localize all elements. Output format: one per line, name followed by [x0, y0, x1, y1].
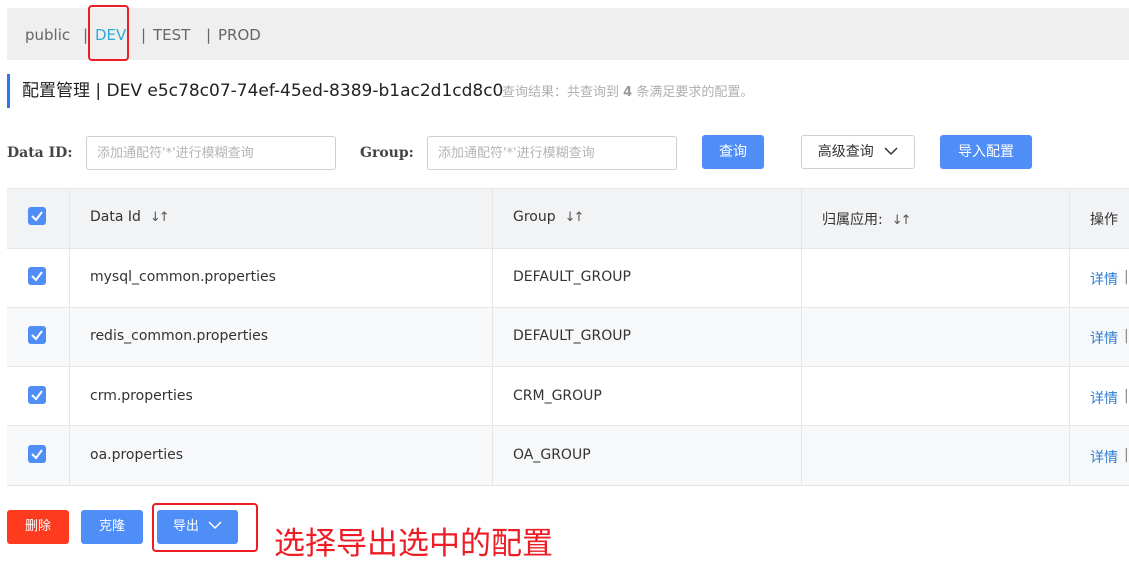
- chevron-down-icon: [884, 147, 898, 156]
- clone-button[interactable]: 克隆: [81, 510, 143, 544]
- config-table: Data Id ↓↑ Group ↓↑ 归属应用: ↓↑ 操作 mysql_commo…: [7, 188, 1129, 486]
- cell-data-id: mysql_common.properties: [90, 269, 276, 285]
- delete-button[interactable]: 删除: [7, 510, 69, 544]
- detail-link[interactable]: 详情: [1090, 447, 1118, 467]
- column-divider: [492, 189, 493, 485]
- column-header-group-label: Group: [513, 209, 556, 225]
- table-row: oa.properties OA_GROUP 详情 |: [7, 425, 1129, 485]
- namespace-tab-test[interactable]: TEST: [153, 8, 190, 60]
- check-icon: [31, 449, 43, 460]
- check-icon: [31, 330, 43, 341]
- sort-icon[interactable]: ↓↑: [150, 210, 170, 225]
- detail-link[interactable]: 详情: [1090, 269, 1118, 289]
- title-accent-bar: [7, 74, 10, 108]
- check-icon: [31, 271, 43, 282]
- annotation-highlight-export: [152, 503, 258, 552]
- query-result-summary: 查询结果：共查询到 4 条满足要求的配置。: [502, 83, 753, 103]
- row-checkbox[interactable]: [28, 445, 46, 463]
- check-icon: [31, 390, 43, 401]
- detail-link[interactable]: 详情: [1090, 388, 1118, 408]
- namespace-separator: |: [206, 26, 212, 44]
- cell-group: DEFAULT_GROUP: [513, 269, 631, 285]
- check-icon: [31, 211, 43, 222]
- action-separator: |: [1124, 269, 1129, 285]
- table-row: crm.properties CRM_GROUP 详情 |: [7, 366, 1129, 425]
- action-separator: |: [1124, 447, 1129, 463]
- cell-group: OA_GROUP: [513, 447, 591, 463]
- import-config-button[interactable]: 导入配置: [940, 135, 1032, 169]
- table-row: mysql_common.properties DEFAULT_GROUP 详情…: [7, 248, 1129, 307]
- result-prefix: 查询结果：共查询到: [502, 85, 620, 100]
- annotation-text: 选择导出选中的配置: [274, 526, 553, 562]
- namespace-separator: |: [141, 26, 147, 44]
- namespace-tab-public[interactable]: public: [25, 8, 70, 60]
- cell-data-id: oa.properties: [90, 447, 184, 463]
- row-checkbox[interactable]: [28, 386, 46, 404]
- action-separator: |: [1124, 328, 1129, 344]
- action-separator: |: [1124, 388, 1129, 404]
- column-divider: [1069, 189, 1070, 485]
- page-title: 配置管理 | DEV e5c78c07-74ef-45ed-8389-b1ac2…: [22, 81, 504, 101]
- column-divider: [69, 189, 70, 485]
- column-header-group[interactable]: Group ↓↑: [513, 209, 585, 225]
- row-checkbox[interactable]: [28, 326, 46, 344]
- advanced-query-label: 高级查询: [817, 144, 874, 160]
- annotation-highlight-dev: [88, 5, 129, 61]
- group-label: Group:: [360, 145, 414, 161]
- data-id-input[interactable]: [86, 136, 336, 170]
- query-button[interactable]: 查询: [702, 135, 764, 169]
- column-header-data-id-label: Data Id: [90, 209, 141, 225]
- cell-group: DEFAULT_GROUP: [513, 328, 631, 344]
- cell-group: CRM_GROUP: [513, 388, 602, 404]
- data-id-label: Data ID:: [7, 145, 73, 161]
- cell-data-id: redis_common.properties: [90, 328, 269, 344]
- column-header-app-label: 归属应用:: [822, 212, 883, 228]
- sort-icon[interactable]: ↓↑: [892, 213, 912, 228]
- namespace-tab-prod[interactable]: PROD: [218, 8, 261, 60]
- detail-link[interactable]: 详情: [1090, 328, 1118, 348]
- namespace-bar: public | DEV | TEST | PROD: [7, 8, 1129, 60]
- column-header-app[interactable]: 归属应用: ↓↑: [822, 209, 912, 229]
- advanced-query-button[interactable]: 高级查询: [801, 135, 915, 169]
- select-all-checkbox[interactable]: [28, 207, 46, 225]
- column-divider: [801, 189, 802, 485]
- group-input[interactable]: [427, 136, 677, 170]
- cell-data-id: crm.properties: [90, 388, 193, 404]
- table-header: Data Id ↓↑ Group ↓↑ 归属应用: ↓↑ 操作: [7, 189, 1129, 248]
- result-count: 4: [623, 85, 633, 100]
- table-row: redis_common.properties DEFAULT_GROUP 详情…: [7, 307, 1129, 366]
- sort-icon[interactable]: ↓↑: [565, 210, 585, 225]
- row-checkbox[interactable]: [28, 267, 46, 285]
- result-suffix: 条满足要求的配置。: [636, 85, 754, 100]
- column-header-actions: 操作: [1090, 212, 1118, 228]
- column-header-data-id[interactable]: Data Id ↓↑: [90, 209, 170, 225]
